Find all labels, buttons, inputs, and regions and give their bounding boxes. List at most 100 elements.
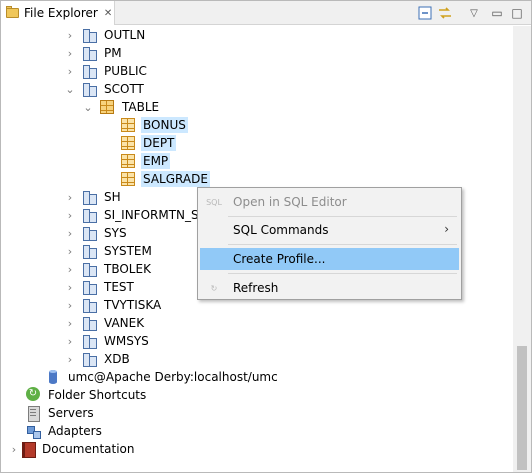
menu-item-label: Open in SQL Editor bbox=[233, 195, 347, 209]
tree-item-label: SALGRADE bbox=[141, 171, 210, 187]
sql-icon: SQL bbox=[206, 197, 222, 207]
menu-item-open-in-sql-editor[interactable]: SQL Open in SQL Editor bbox=[200, 191, 459, 213]
scrollbar-thumb[interactable] bbox=[517, 346, 527, 470]
tree-item-schema[interactable]: › SI_INFORMTN_SC bbox=[65, 206, 209, 224]
schema-icon bbox=[81, 279, 97, 295]
empty-icon-slot bbox=[200, 248, 228, 270]
schema-icon bbox=[81, 45, 97, 61]
chevron-right-icon[interactable]: › bbox=[65, 62, 75, 80]
tree-item-label: Folder Shortcuts bbox=[48, 388, 147, 402]
schema-icon bbox=[81, 207, 97, 223]
tree-item-schema[interactable]: › WMSYS bbox=[65, 332, 151, 350]
tree-item-adapters[interactable]: Adapters bbox=[25, 422, 104, 440]
folder-shortcuts-icon bbox=[25, 387, 41, 403]
folder-icon bbox=[5, 5, 21, 21]
schema-icon bbox=[81, 261, 97, 277]
menu-item-label: Refresh bbox=[233, 281, 279, 295]
tree-item-table[interactable]: SALGRADE bbox=[120, 170, 210, 188]
chevron-right-icon[interactable]: › bbox=[65, 278, 75, 296]
chevron-right-icon[interactable]: › bbox=[65, 296, 75, 314]
tree-item-table-group[interactable]: ⌄ TABLE bbox=[83, 98, 161, 116]
tree-item-label: SH bbox=[104, 190, 121, 204]
tree-item-schema[interactable]: › VANEK bbox=[65, 314, 146, 332]
menu-item-create-profile[interactable]: Create Profile... bbox=[200, 248, 459, 270]
tree-item-label: SI_INFORMTN_SC bbox=[104, 208, 208, 222]
tree-item-schema[interactable]: › TBOLEK bbox=[65, 260, 153, 278]
file-explorer-tab[interactable]: File Explorer ✕ bbox=[1, 1, 115, 25]
chevron-right-icon[interactable]: › bbox=[9, 440, 19, 458]
chevron-right-icon[interactable]: › bbox=[65, 260, 75, 278]
chevron-down-icon[interactable]: ⌄ bbox=[65, 80, 75, 98]
tree-item-label: PM bbox=[104, 46, 122, 60]
tree-item-documentation[interactable]: › Documentation bbox=[9, 440, 137, 458]
menu-item-sql-commands[interactable]: SQL Commands › bbox=[200, 219, 459, 241]
chevron-right-icon[interactable]: › bbox=[65, 44, 75, 62]
chevron-right-icon[interactable]: › bbox=[65, 224, 75, 242]
schema-icon bbox=[81, 351, 97, 367]
tree-item-folder-shortcuts[interactable]: Folder Shortcuts bbox=[25, 386, 148, 404]
chevron-right-icon[interactable]: › bbox=[65, 332, 75, 350]
collapse-all-icon[interactable] bbox=[417, 5, 433, 21]
schema-icon bbox=[81, 243, 97, 259]
tree-item-label: OUTLN bbox=[104, 28, 146, 42]
tree-item-schema[interactable]: › OUTLN bbox=[65, 26, 147, 44]
minimize-icon[interactable]: ▭ bbox=[489, 5, 505, 21]
tree-item-table[interactable]: BONUS bbox=[120, 116, 188, 134]
tree-item-table[interactable]: EMP bbox=[120, 152, 171, 170]
tree-item-label: VANEK bbox=[104, 316, 145, 330]
tree-item-label: TABLE bbox=[122, 100, 160, 114]
menu-separator bbox=[228, 273, 457, 274]
chevron-right-icon[interactable]: › bbox=[65, 188, 75, 206]
schema-icon bbox=[81, 333, 97, 349]
close-icon[interactable]: ✕ bbox=[104, 8, 112, 19]
chevron-right-icon[interactable]: › bbox=[65, 350, 75, 368]
menu-item-refresh[interactable]: ↻ Refresh bbox=[200, 277, 459, 299]
submenu-arrow-icon: › bbox=[444, 222, 449, 236]
tree-item-schema[interactable]: › SH bbox=[65, 188, 123, 206]
tree-item-label: EMP bbox=[141, 153, 171, 169]
tree-item-schema[interactable]: › TVYTISKA bbox=[65, 296, 163, 314]
chevron-down-icon[interactable]: ⌄ bbox=[83, 98, 93, 116]
tree-item-label: PUBLIC bbox=[104, 64, 147, 78]
adapters-icon bbox=[25, 423, 41, 439]
file-explorer-view: File Explorer ✕ ▽ ▭ □ › OUTLN › PM › PUB… bbox=[0, 0, 532, 473]
table-icon bbox=[121, 154, 135, 168]
tree-item-label: Servers bbox=[48, 406, 94, 420]
empty-icon-slot bbox=[200, 219, 228, 241]
tree-item-schema[interactable]: › PM bbox=[65, 44, 124, 62]
schema-icon bbox=[81, 189, 97, 205]
schema-icon bbox=[81, 63, 97, 79]
menu-separator bbox=[228, 216, 457, 217]
tree-item-label: TVYTISKA bbox=[104, 298, 162, 312]
schema-icon bbox=[81, 315, 97, 331]
tree-item-label: Adapters bbox=[48, 424, 102, 438]
vertical-scrollbar[interactable] bbox=[513, 26, 531, 472]
servers-icon bbox=[25, 405, 41, 422]
maximize-icon[interactable]: □ bbox=[509, 5, 525, 21]
menu-item-label: Create Profile... bbox=[233, 252, 326, 266]
link-with-editor-icon[interactable] bbox=[437, 5, 453, 21]
database-icon bbox=[45, 369, 61, 385]
table-icon bbox=[121, 136, 135, 150]
tree-item-connection[interactable]: umc@Apache Derby:localhost/umc bbox=[45, 368, 280, 386]
tree-item-scott[interactable]: ⌄ SCOTT bbox=[65, 80, 146, 98]
schema-icon bbox=[81, 27, 97, 43]
chevron-right-icon[interactable]: › bbox=[65, 314, 75, 332]
tree-item-label: BONUS bbox=[141, 117, 188, 133]
view-menu-icon[interactable]: ▽ bbox=[466, 5, 482, 21]
chevron-right-icon[interactable]: › bbox=[65, 206, 75, 224]
tree-item-table[interactable]: DEPT bbox=[120, 134, 177, 152]
tree-item-schema[interactable]: › TEST bbox=[65, 278, 136, 296]
tree-item-schema[interactable]: › SYS bbox=[65, 224, 129, 242]
tree-item-servers[interactable]: Servers bbox=[25, 404, 96, 422]
tree-item-schema[interactable]: › XDB bbox=[65, 350, 132, 368]
tree-item-label: umc@Apache Derby:localhost/umc bbox=[68, 370, 278, 384]
tree-item-schema[interactable]: › PUBLIC bbox=[65, 62, 149, 80]
tree-item-label: TBOLEK bbox=[104, 262, 151, 276]
chevron-right-icon[interactable]: › bbox=[65, 242, 75, 260]
chevron-right-icon[interactable]: › bbox=[65, 26, 75, 44]
schema-icon bbox=[81, 225, 97, 241]
refresh-icon: ↻ bbox=[210, 283, 218, 293]
tree-item-label: Documentation bbox=[42, 442, 135, 456]
tree-item-schema[interactable]: › SYSTEM bbox=[65, 242, 154, 260]
